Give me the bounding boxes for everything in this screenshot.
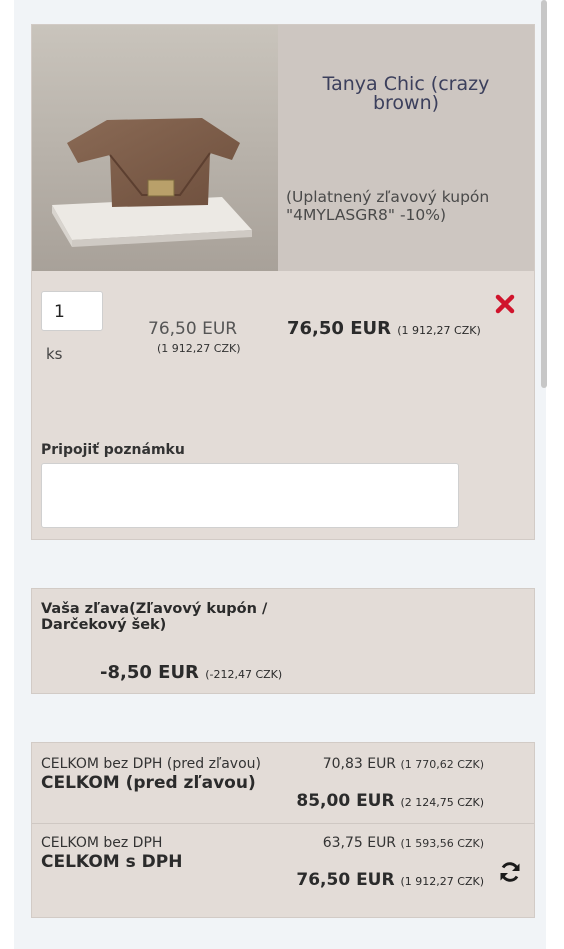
cart-item: Tanya Chic (crazy brown) (Uplatnený zľav… [31,24,535,540]
discount-eur: -8,50 EUR [100,662,199,683]
close-icon[interactable] [494,293,516,315]
gross-value: 76,50 EUR (1 912,27 CZK) [296,870,484,890]
net-value: 63,75 EUR (1 593,56 CZK) [323,835,484,851]
net-eur: 63,75 EUR [322,835,397,851]
note-label: Pripojiť poznámku [41,442,185,458]
discount-czk: (-212,47 CZK) [205,668,283,681]
net-before-eur: 70,83 EUR [322,756,397,772]
gross-before-czk: (2 124,75 CZK) [400,796,485,809]
item-total: 76,50 EUR (1 912,27 CZK) [287,318,481,339]
gross-czk: (1 912,27 CZK) [400,875,485,888]
product-image[interactable] [32,25,278,271]
net-before-label: CELKOM bez DPH (pred zľavou) [41,756,261,772]
unit-price-czk: (1 912,27 CZK) [157,342,241,355]
product-photo [32,25,278,271]
coupon-note: (Uplatnený zľavový kupón "4MYLASGR8" -10… [286,188,490,224]
unit-price: 76,50 EUR [148,319,238,339]
gross-before-value: 85,00 EUR (2 124,75 CZK) [296,791,484,811]
net-before-czk: (1 770,62 CZK) [400,758,485,771]
order-totals: CELKOM bez DPH (pred zľavou) CELKOM (pre… [31,742,535,918]
note-textarea[interactable] [41,463,459,528]
item-total-czk: (1 912,27 CZK) [397,324,481,337]
gross-before-label: CELKOM (pred zľavou) [41,773,256,793]
net-czk: (1 593,56 CZK) [400,837,485,850]
product-info: Tanya Chic (crazy brown) (Uplatnený zľav… [278,25,534,271]
refresh-icon[interactable] [498,860,522,884]
discount-value: -8,50 EUR (-212,47 CZK) [100,662,282,683]
net-label: CELKOM bez DPH [41,835,163,851]
cart-page: Tanya Chic (crazy brown) (Uplatnený zľav… [0,0,564,949]
product-title[interactable]: Tanya Chic (crazy brown) [298,75,514,113]
discount-title: Vaša zľava(Zľavový kupón / Darčekový šek… [41,601,268,633]
quantity-input[interactable]: 1 [41,291,103,331]
net-before-value: 70,83 EUR (1 770,62 CZK) [323,756,484,772]
gross-eur: 76,50 EUR [296,870,395,890]
gross-before-eur: 85,00 EUR [296,791,395,811]
divider [32,823,534,824]
scrollbar[interactable] [541,0,547,388]
gross-label: CELKOM s DPH [41,852,183,872]
item-total-eur: 76,50 EUR [287,318,391,339]
discount-summary: Vaša zľava(Zľavový kupón / Darčekový šek… [31,588,535,694]
quantity-unit: ks [46,345,63,363]
